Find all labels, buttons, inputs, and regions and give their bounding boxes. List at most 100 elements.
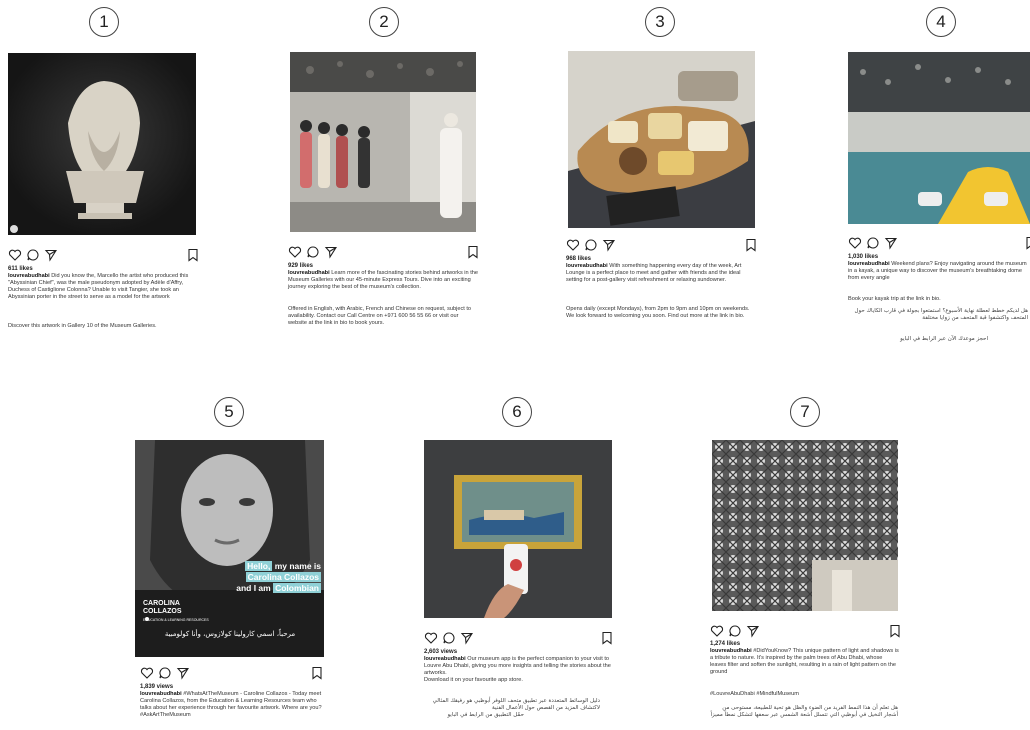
overlay-hello: Hello, (245, 561, 273, 571)
museum-app-illustration (424, 440, 612, 618)
comment-icon[interactable] (442, 631, 456, 645)
share-icon[interactable] (324, 245, 338, 259)
heart-icon[interactable] (8, 248, 22, 262)
username[interactable]: louvreabudhabi (710, 648, 752, 654)
username[interactable]: louvreabudhabi (566, 263, 608, 269)
comment-icon[interactable] (584, 238, 598, 252)
likes-count: 611 likes (8, 266, 33, 272)
share-icon[interactable] (460, 631, 474, 645)
post-number: 2 (369, 7, 399, 37)
caption-arabic: دليل الوسائط المتعددة عبر تطبيق متحف الل… (432, 698, 600, 711)
username[interactable]: louvreabudhabi (424, 656, 466, 662)
post-5: 5 Hello, my name is Carolina Collazos an… (135, 395, 325, 730)
username[interactable]: louvreabudhabi (848, 261, 890, 267)
post-image-cheese-board[interactable] (568, 51, 755, 228)
action-bar (710, 624, 900, 640)
name-card-line2: COLLAZOS (143, 608, 182, 615)
post-caption: louvreabudhabi #DidYouKnow? This unique … (710, 648, 900, 676)
name-card-role: EDUCATION & LEARNING RESOURCES (143, 618, 209, 622)
heart-icon[interactable] (848, 236, 862, 250)
post-caption: louvreabudhabi With something happening … (566, 263, 756, 284)
likes-count: 1,274 likes (710, 641, 741, 647)
post-3: 3 968 likes louvreabudhabi With somethin… (566, 0, 756, 370)
comment-icon[interactable] (158, 666, 172, 680)
heart-icon[interactable] (566, 238, 580, 252)
arabic-subtitle: مرحباً، اسمي كارولينا كولازوس، وأنا كولو… (164, 630, 296, 638)
post-number: 4 (926, 7, 956, 37)
share-icon[interactable] (884, 236, 898, 250)
bookmark-icon[interactable] (888, 624, 902, 638)
action-bar (848, 236, 1030, 252)
post-caption: louvreabudhabi Weekend plans? Enjoy navi… (848, 261, 1030, 282)
post-image-dome-pattern[interactable] (712, 440, 898, 611)
bookmark-icon[interactable] (466, 245, 480, 259)
comment-icon[interactable] (866, 236, 880, 250)
overlay-line3-pre: and I am (236, 583, 274, 593)
likes-count: 929 likes (288, 263, 314, 269)
views-count: 1,839 views (140, 684, 174, 690)
post-6: 6 2,603 views louvreabudhabi Our museum … (424, 395, 614, 730)
post-image-kayak[interactable] (848, 52, 1030, 224)
username[interactable]: louvreabudhabi (140, 691, 182, 697)
bookmark-icon[interactable] (186, 248, 200, 262)
share-icon[interactable] (44, 248, 58, 262)
caption-hashtags[interactable]: #LouvreAbuDhabi #MindfulMuseum (710, 691, 900, 698)
post-caption: louvreabudhabi Our museum app is the per… (424, 656, 612, 677)
name-card-line1: CAROLINA (143, 600, 180, 607)
action-bar (424, 631, 612, 647)
share-icon[interactable] (602, 238, 616, 252)
bookmark-icon[interactable] (600, 631, 614, 645)
post-number: 3 (645, 7, 675, 37)
comment-icon[interactable] (26, 248, 40, 262)
post-image-sculpture[interactable] (8, 53, 196, 235)
comment-icon[interactable] (306, 245, 320, 259)
username[interactable]: louvreabudhabi (8, 273, 50, 279)
action-bar (566, 238, 756, 254)
views-count: 2,603 views (424, 649, 458, 655)
share-icon[interactable] (746, 624, 760, 638)
heart-icon[interactable] (140, 666, 154, 680)
post-4: 4 1,030 likes louvreabudhabi Weekend pla… (846, 0, 1030, 370)
post-caption: louvreabudhabi #WhatsAtTheMuseum - Carol… (140, 691, 324, 719)
caption-arabic: هل لديكم خطط لعطلة نهاية الأسبوع؟ استمتع… (854, 308, 1028, 321)
post-1: 1 611 likes louvreabudhabi Did you know … (8, 0, 198, 370)
post-caption: louvreabudhabi Learn more of the fascina… (288, 270, 478, 291)
heart-icon[interactable] (424, 631, 438, 645)
heart-icon[interactable] (288, 245, 302, 259)
bookmark-icon[interactable] (744, 238, 758, 252)
post-image-museum-app[interactable] (424, 440, 612, 618)
bookmark-icon[interactable] (310, 666, 324, 680)
post-2: 2 929 likes louvreabudhabi Learn more of… (288, 0, 478, 370)
likes-count: 968 likes (566, 256, 592, 262)
bust-sculpture-illustration (8, 53, 196, 235)
comment-icon[interactable] (728, 624, 742, 638)
caption-extra: Discover this artwork in Gallery 10 of t… (8, 323, 157, 329)
share-icon[interactable] (176, 666, 190, 680)
post-number: 1 (89, 7, 119, 37)
overlay-name: Carolina Collazos (245, 572, 321, 582)
caption-arabic-link: احجز موعدك الآن عبر الرابط في البايو (900, 336, 988, 342)
post-number: 5 (214, 397, 244, 427)
kayak-dome-illustration (848, 52, 1030, 224)
post-image-video-portrait[interactable]: Hello, my name is Carolina Collazos and … (135, 440, 324, 657)
caption-extra: Opens daily (except Mondays), from 2pm t… (566, 306, 750, 319)
action-bar (8, 248, 198, 264)
caption-extra: Download it on your favourite app store. (424, 677, 523, 683)
post-image-tour[interactable] (290, 52, 476, 232)
overlay-line1-rest: my name is (272, 561, 321, 571)
likes-count: 1,030 likes (848, 254, 879, 260)
caption-extra: Offered in English, with Arabic, French … (288, 306, 472, 326)
caption-arabic: هل تعلم أن هذا النمط الفريد من الضوء وال… (710, 705, 898, 718)
post-number: 6 (502, 397, 532, 427)
bookmark-icon[interactable] (1024, 236, 1030, 250)
post-7: 7 1,274 likes louvreabudhabi #DidYouKnow… (710, 395, 900, 730)
action-bar (288, 245, 478, 261)
username[interactable]: louvreabudhabi (288, 270, 330, 276)
dome-lattice-illustration (712, 440, 898, 611)
museum-tour-illustration (290, 52, 476, 232)
overlay-nationality: Colombian (273, 583, 321, 593)
action-bar (140, 666, 324, 682)
portrait-illustration (135, 440, 324, 657)
heart-icon[interactable] (710, 624, 724, 638)
caption-arabic-link: حمّل التطبيق من الرابط في البايو (447, 712, 524, 718)
